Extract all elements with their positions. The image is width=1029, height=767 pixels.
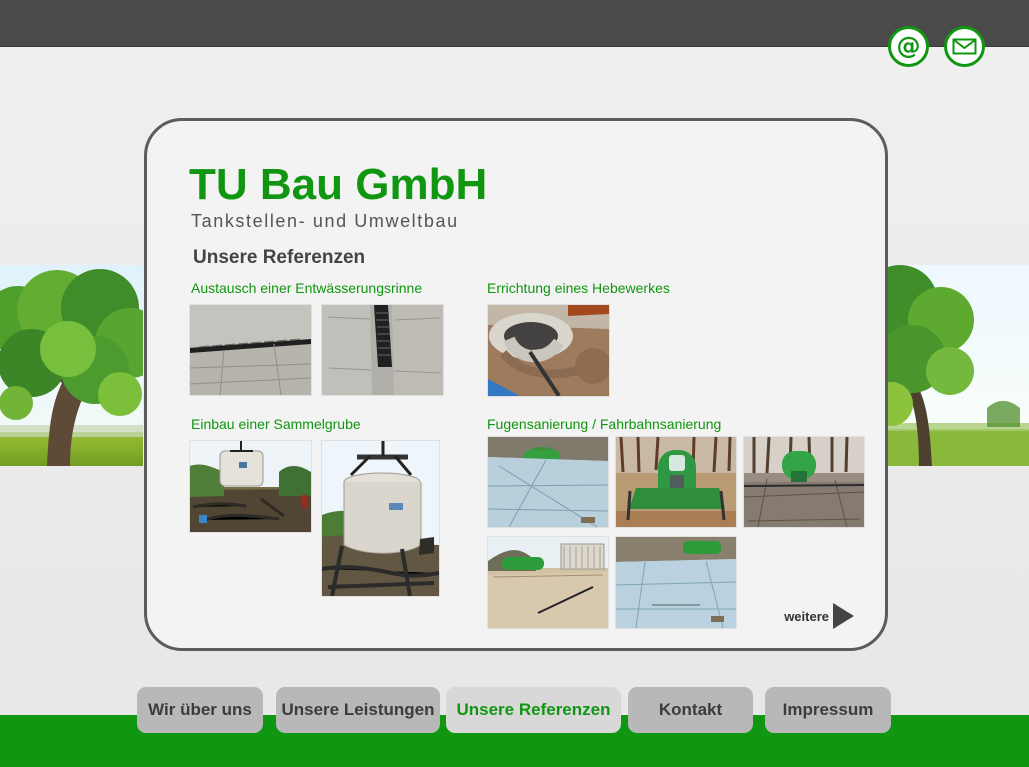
nav-item-references[interactable]: Unsere Referenzen bbox=[446, 687, 621, 733]
company-title: TU Bau GmbH bbox=[189, 160, 488, 209]
nav-item-services[interactable]: Unsere Leistungen bbox=[276, 687, 440, 733]
mail-icon bbox=[952, 38, 977, 55]
joint-repair-photo[interactable] bbox=[488, 537, 608, 628]
drainage-channel-photo[interactable] bbox=[322, 305, 443, 395]
reference-caption-drainage-channel: Austausch einer Entwässerungsrinne bbox=[191, 280, 423, 296]
email-at-button[interactable]: @ bbox=[888, 26, 929, 67]
company-subtitle: Tankstellen- und Umweltbau bbox=[191, 211, 459, 231]
reference-caption-collection-pit: Einbau einer Sammelgrube bbox=[191, 416, 361, 432]
references-section-title: Unsere Referenzen bbox=[193, 247, 366, 268]
right-landscape-photo bbox=[888, 265, 1029, 466]
nav-item-about[interactable]: Wir über uns bbox=[137, 687, 263, 733]
more-link[interactable]: weitere bbox=[784, 603, 854, 629]
left-landscape-photo bbox=[0, 265, 143, 466]
mail-button[interactable] bbox=[944, 26, 985, 67]
top-bar bbox=[0, 0, 1029, 47]
reference-caption-lifting-station: Errichtung eines Hebewerkes bbox=[487, 280, 670, 296]
collection-pit-photo[interactable] bbox=[190, 441, 311, 532]
reference-caption-joint-repair: Fugensanierung / Fahrbahnsanierung bbox=[487, 416, 722, 432]
drainage-channel-photo[interactable] bbox=[190, 305, 311, 395]
nav-item-contact[interactable]: Kontakt bbox=[628, 687, 753, 733]
content-panel: TU Bau GmbH Tankstellen- und Umweltbau U… bbox=[144, 118, 888, 651]
lifting-station-photo[interactable] bbox=[488, 305, 609, 396]
joint-repair-photo[interactable] bbox=[616, 437, 736, 527]
play-arrow-icon bbox=[833, 603, 854, 629]
nav-item-imprint[interactable]: Impressum bbox=[765, 687, 891, 733]
at-icon: @ bbox=[896, 31, 921, 60]
more-link-label: weitere bbox=[784, 608, 829, 624]
collection-pit-photo[interactable] bbox=[322, 441, 439, 596]
joint-repair-photo[interactable] bbox=[488, 437, 608, 527]
joint-repair-photo[interactable] bbox=[616, 537, 736, 628]
website-page: @ TU Bau GmbH Tankstellen- und Umweltbau… bbox=[0, 0, 1029, 767]
joint-repair-photo[interactable] bbox=[744, 437, 864, 527]
